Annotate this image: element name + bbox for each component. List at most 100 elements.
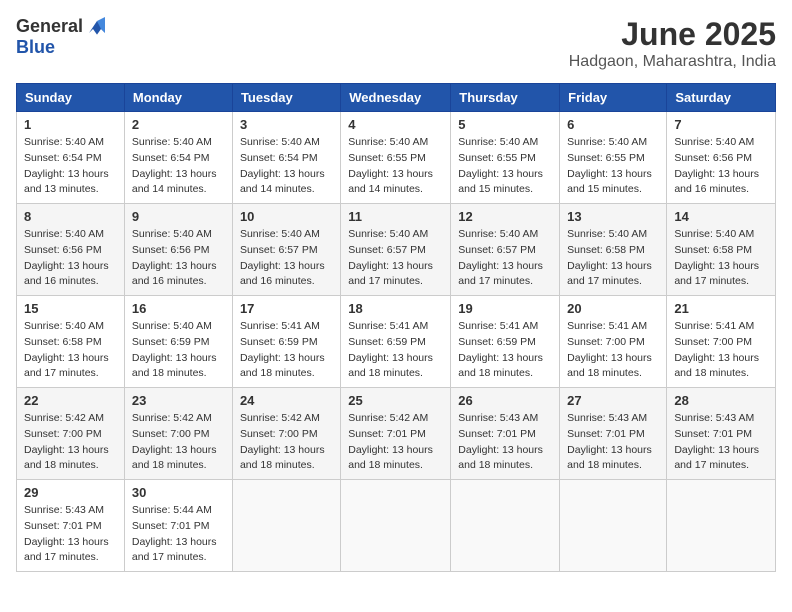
calendar-cell: 4 Sunrise: 5:40 AMSunset: 6:55 PMDaylight… <box>341 112 451 204</box>
calendar-cell: 8 Sunrise: 5:40 AMSunset: 6:56 PMDaylight… <box>17 204 125 296</box>
weekday-header-wednesday: Wednesday <box>341 84 451 112</box>
day-number: 19 <box>458 301 552 316</box>
calendar-cell: 21 Sunrise: 5:41 AMSunset: 7:00 PMDayligh… <box>667 296 776 388</box>
day-number: 4 <box>348 117 443 132</box>
calendar-cell: 1 Sunrise: 5:40 AMSunset: 6:54 PMDaylight… <box>17 112 125 204</box>
day-info: Sunrise: 5:40 AMSunset: 6:58 PMDaylight:… <box>567 227 659 290</box>
day-number: 18 <box>348 301 443 316</box>
calendar-cell <box>667 480 776 572</box>
day-info: Sunrise: 5:44 AMSunset: 7:01 PMDaylight:… <box>132 503 225 566</box>
calendar-cell: 23 Sunrise: 5:42 AMSunset: 7:00 PMDayligh… <box>124 388 232 480</box>
calendar-cell: 7 Sunrise: 5:40 AMSunset: 6:56 PMDaylight… <box>667 112 776 204</box>
day-number: 26 <box>458 393 552 408</box>
day-number: 30 <box>132 485 225 500</box>
calendar-cell: 20Sunrise: 5:41 AMSunset: 7:00 PMDayligh… <box>560 296 667 388</box>
day-info: Sunrise: 5:40 AMSunset: 6:57 PMDaylight:… <box>348 227 443 290</box>
day-info: Sunrise: 5:42 AMSunset: 7:00 PMDaylight:… <box>24 411 117 474</box>
day-info: Sunrise: 5:43 AMSunset: 7:01 PMDaylight:… <box>24 503 117 566</box>
day-number: 8 <box>24 209 117 224</box>
day-number: 28 <box>674 393 768 408</box>
calendar-cell: 13 Sunrise: 5:40 AMSunset: 6:58 PMDayligh… <box>560 204 667 296</box>
calendar-week-row: 29 Sunrise: 5:43 AMSunset: 7:01 PMDayligh… <box>17 480 776 572</box>
logo: General Blue <box>16 16 109 58</box>
calendar-cell: 11 Sunrise: 5:40 AMSunset: 6:57 PMDayligh… <box>341 204 451 296</box>
calendar-cell: 25 Sunrise: 5:42 AMSunset: 7:01 PMDayligh… <box>341 388 451 480</box>
day-info: Sunrise: 5:41 AMSunset: 7:00 PMDaylight:… <box>674 319 768 382</box>
day-info: Sunrise: 5:40 AMSunset: 6:57 PMDaylight:… <box>458 227 552 290</box>
month-year-title: June 2025 <box>569 16 776 53</box>
day-info: Sunrise: 5:40 AMSunset: 6:58 PMDaylight:… <box>24 319 117 382</box>
day-number: 24 <box>240 393 333 408</box>
calendar-cell: 3 Sunrise: 5:40 AMSunset: 6:54 PMDaylight… <box>232 112 340 204</box>
weekday-header-sunday: Sunday <box>17 84 125 112</box>
day-info: Sunrise: 5:41 AMSunset: 6:59 PMDaylight:… <box>458 319 552 382</box>
calendar-cell: 27 Sunrise: 5:43 AMSunset: 7:01 PMDayligh… <box>560 388 667 480</box>
day-number: 25 <box>348 393 443 408</box>
day-info: Sunrise: 5:43 AMSunset: 7:01 PMDaylight:… <box>567 411 659 474</box>
logo-bird-icon <box>85 17 109 37</box>
calendar-cell <box>451 480 560 572</box>
calendar-cell: 5 Sunrise: 5:40 AMSunset: 6:55 PMDaylight… <box>451 112 560 204</box>
calendar-cell: 14 Sunrise: 5:40 AMSunset: 6:58 PMDayligh… <box>667 204 776 296</box>
day-number: 6 <box>567 117 659 132</box>
calendar-week-row: 8 Sunrise: 5:40 AMSunset: 6:56 PMDaylight… <box>17 204 776 296</box>
day-info: Sunrise: 5:40 AMSunset: 6:54 PMDaylight:… <box>240 135 333 198</box>
calendar-cell: 17Sunrise: 5:41 AMSunset: 6:59 PMDayligh… <box>232 296 340 388</box>
day-info: Sunrise: 5:42 AMSunset: 7:00 PMDaylight:… <box>240 411 333 474</box>
calendar-cell: 24 Sunrise: 5:42 AMSunset: 7:00 PMDayligh… <box>232 388 340 480</box>
day-info: Sunrise: 5:40 AMSunset: 6:59 PMDaylight:… <box>132 319 225 382</box>
header: General Blue June 2025 Hadgaon, Maharash… <box>16 16 776 71</box>
day-info: Sunrise: 5:40 AMSunset: 6:55 PMDaylight:… <box>348 135 443 198</box>
day-number: 3 <box>240 117 333 132</box>
calendar-cell: 19 Sunrise: 5:41 AMSunset: 6:59 PMDayligh… <box>451 296 560 388</box>
day-number: 11 <box>348 209 443 224</box>
day-number: 21 <box>674 301 768 316</box>
day-number: 16 <box>132 301 225 316</box>
day-info: Sunrise: 5:40 AMSunset: 6:56 PMDaylight:… <box>24 227 117 290</box>
day-info: Sunrise: 5:40 AMSunset: 6:55 PMDaylight:… <box>458 135 552 198</box>
calendar-cell: 18Sunrise: 5:41 AMSunset: 6:59 PMDayligh… <box>341 296 451 388</box>
day-number: 23 <box>132 393 225 408</box>
calendar-table: SundayMondayTuesdayWednesdayThursdayFrid… <box>16 83 776 572</box>
day-info: Sunrise: 5:40 AMSunset: 6:56 PMDaylight:… <box>674 135 768 198</box>
logo-blue-text: Blue <box>16 37 55 58</box>
weekday-header-row: SundayMondayTuesdayWednesdayThursdayFrid… <box>17 84 776 112</box>
calendar-cell: 12Sunrise: 5:40 AMSunset: 6:57 PMDayligh… <box>451 204 560 296</box>
day-info: Sunrise: 5:42 AMSunset: 7:01 PMDaylight:… <box>348 411 443 474</box>
weekday-header-friday: Friday <box>560 84 667 112</box>
day-number: 13 <box>567 209 659 224</box>
day-number: 5 <box>458 117 552 132</box>
day-info: Sunrise: 5:40 AMSunset: 6:54 PMDaylight:… <box>132 135 225 198</box>
calendar-cell: 6Sunrise: 5:40 AMSunset: 6:55 PMDaylight… <box>560 112 667 204</box>
day-info: Sunrise: 5:40 AMSunset: 6:54 PMDaylight:… <box>24 135 117 198</box>
calendar-cell: 29 Sunrise: 5:43 AMSunset: 7:01 PMDayligh… <box>17 480 125 572</box>
calendar-week-row: 15 Sunrise: 5:40 AMSunset: 6:58 PMDayligh… <box>17 296 776 388</box>
calendar-cell: 15 Sunrise: 5:40 AMSunset: 6:58 PMDayligh… <box>17 296 125 388</box>
day-number: 10 <box>240 209 333 224</box>
day-number: 1 <box>24 117 117 132</box>
day-info: Sunrise: 5:40 AMSunset: 6:57 PMDaylight:… <box>240 227 333 290</box>
day-number: 29 <box>24 485 117 500</box>
calendar-week-row: 22Sunrise: 5:42 AMSunset: 7:00 PMDayligh… <box>17 388 776 480</box>
day-info: Sunrise: 5:41 AMSunset: 7:00 PMDaylight:… <box>567 319 659 382</box>
weekday-header-monday: Monday <box>124 84 232 112</box>
day-number: 2 <box>132 117 225 132</box>
day-info: Sunrise: 5:43 AMSunset: 7:01 PMDaylight:… <box>458 411 552 474</box>
weekday-header-saturday: Saturday <box>667 84 776 112</box>
day-number: 27 <box>567 393 659 408</box>
day-info: Sunrise: 5:40 AMSunset: 6:58 PMDaylight:… <box>674 227 768 290</box>
day-number: 14 <box>674 209 768 224</box>
day-number: 15 <box>24 301 117 316</box>
day-info: Sunrise: 5:41 AMSunset: 6:59 PMDaylight:… <box>240 319 333 382</box>
calendar-cell <box>232 480 340 572</box>
day-number: 7 <box>674 117 768 132</box>
day-number: 9 <box>132 209 225 224</box>
calendar-week-row: 1 Sunrise: 5:40 AMSunset: 6:54 PMDaylight… <box>17 112 776 204</box>
weekday-header-tuesday: Tuesday <box>232 84 340 112</box>
day-info: Sunrise: 5:42 AMSunset: 7:00 PMDaylight:… <box>132 411 225 474</box>
day-info: Sunrise: 5:43 AMSunset: 7:01 PMDaylight:… <box>674 411 768 474</box>
calendar-cell: 9 Sunrise: 5:40 AMSunset: 6:56 PMDaylight… <box>124 204 232 296</box>
weekday-header-thursday: Thursday <box>451 84 560 112</box>
calendar-cell <box>341 480 451 572</box>
day-info: Sunrise: 5:40 AMSunset: 6:56 PMDaylight:… <box>132 227 225 290</box>
